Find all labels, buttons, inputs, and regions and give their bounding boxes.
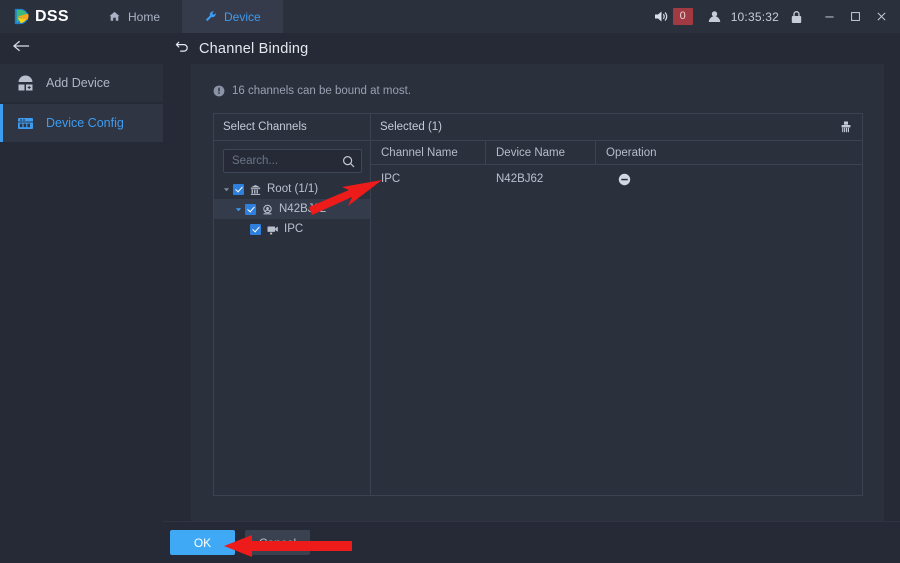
back-arrow-icon: [12, 39, 31, 58]
sidebar: Add Device Device Config: [0, 33, 163, 563]
maximize-button[interactable]: [842, 0, 868, 33]
info-icon: [213, 85, 225, 97]
selected-table-header: Channel Name Device Name Operation: [371, 141, 862, 165]
tree-checkbox[interactable]: [250, 223, 261, 235]
tab-home-label: Home: [128, 9, 161, 24]
tab-home[interactable]: Home: [86, 0, 182, 33]
alarm-indicator[interactable]: 0: [652, 8, 693, 25]
sidebar-item-add-device[interactable]: Add Device: [0, 64, 163, 102]
sidebar-item-device-config-label: Device Config: [46, 116, 124, 130]
logo-text: DSS: [35, 7, 69, 25]
wrench-icon: [204, 10, 217, 23]
cell-operation: [596, 165, 862, 193]
remove-icon[interactable]: [618, 173, 631, 186]
camera-icon: [266, 223, 279, 236]
title-bar: DSS Home Device 0 10:35:32: [0, 0, 900, 33]
channel-binding-card: 16 channels can be bound at most. Select…: [191, 64, 884, 521]
tree-checkbox[interactable]: [233, 183, 244, 195]
user-icon[interactable]: [707, 9, 722, 24]
page-title: Channel Binding: [199, 40, 309, 57]
content-area: Channel Binding 16 channels can be bound…: [163, 33, 900, 563]
alarm-count-badge: 0: [672, 8, 693, 25]
tab-device[interactable]: Device: [182, 0, 283, 33]
column-header-operation: Operation: [606, 146, 657, 159]
clear-all-icon[interactable]: [838, 120, 853, 135]
close-button[interactable]: [868, 0, 894, 33]
return-arrow-icon[interactable]: [175, 39, 190, 58]
home-icon: [108, 10, 121, 23]
search-icon[interactable]: [342, 155, 355, 168]
select-channels-panel: Select Channels Search... Root (1/1) N42…: [213, 113, 410, 496]
selected-channels-panel: Selected (1) Channel Name Device Name Op…: [371, 113, 863, 496]
tree-node-channel[interactable]: IPC: [214, 219, 370, 239]
device-icon: [261, 203, 274, 216]
cell-device-name: N42BJ62: [496, 173, 544, 185]
lock-icon[interactable]: [790, 10, 803, 24]
select-channels-header: Select Channels: [214, 114, 370, 141]
tree-node-label: Root (1/1): [267, 183, 319, 195]
app-logo: DSS: [0, 0, 86, 33]
channel-tree: Root (1/1) N42BJ62 IPC: [214, 173, 370, 495]
column-header-device-name: Device Name: [486, 141, 596, 164]
clock-label: 10:35:32: [730, 9, 779, 24]
search-box[interactable]: [223, 149, 410, 173]
minimize-button[interactable]: [816, 0, 842, 33]
channel-limit-notice: 16 channels can be bound at most.: [191, 64, 884, 97]
selected-channels-header: Selected (1): [371, 114, 862, 141]
org-icon: [249, 183, 262, 196]
tree-node-label: IPC: [284, 223, 304, 235]
tree-node-device[interactable]: N42BJ62: [214, 199, 370, 219]
binding-panels: Select Channels Search... Root (1/1) N42…: [213, 113, 863, 496]
cancel-button[interactable]: Cancel: [245, 530, 310, 555]
sidebar-item-device-config[interactable]: Device Config: [0, 104, 163, 142]
tab-bar: Home Device: [86, 0, 283, 33]
table-row: IPC N42BJ62: [371, 165, 862, 193]
speaker-icon: [652, 9, 669, 24]
tab-device-label: Device: [224, 9, 261, 24]
dialog-footer: OK Cancel: [163, 521, 900, 563]
titlebar-controls: 0 10:35:32: [652, 0, 900, 33]
tree-node-label: N42BJ62: [279, 203, 327, 215]
sidebar-back-button[interactable]: [0, 33, 163, 64]
ok-button[interactable]: OK: [170, 530, 235, 555]
dss-logo-icon: [12, 7, 31, 26]
selected-count-title: Selected (1): [380, 121, 443, 133]
tree-checkbox[interactable]: [245, 203, 256, 215]
page-header: Channel Binding: [163, 33, 900, 64]
tree-node-root[interactable]: Root (1/1): [214, 179, 370, 199]
sidebar-item-add-device-label: Add Device: [46, 76, 110, 90]
chevron-down-icon[interactable]: [232, 206, 245, 213]
add-device-icon: [16, 74, 35, 93]
cell-channel-name: IPC: [381, 173, 401, 185]
chevron-down-icon[interactable]: [220, 186, 233, 193]
channel-limit-text: 16 channels can be bound at most.: [232, 85, 412, 97]
search-input[interactable]: [224, 155, 410, 167]
search-container: [214, 141, 410, 173]
app-window: DSS Home Device 0 10:35:32 Add Device De…: [0, 0, 900, 563]
select-channels-title: Select Channels: [223, 121, 307, 133]
device-config-icon: [16, 114, 35, 133]
